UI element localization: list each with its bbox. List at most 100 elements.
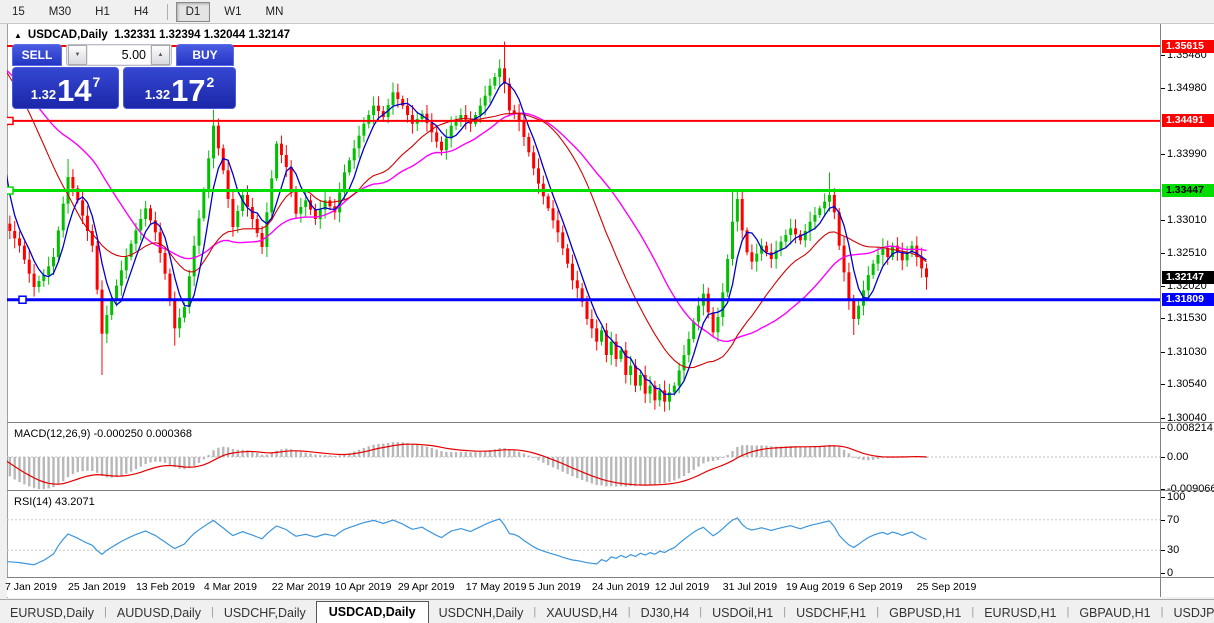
macd-histogram-bar xyxy=(644,457,646,486)
candle-body xyxy=(227,170,230,199)
macd-histogram-bar xyxy=(576,457,578,478)
macd-histogram-bar xyxy=(605,457,607,486)
collapse-panel-icon[interactable]: ▲ xyxy=(14,31,22,40)
macd-histogram-bar xyxy=(72,457,74,474)
timeframe-button-15[interactable]: 15 xyxy=(2,2,35,22)
timeframe-button-w1[interactable]: W1 xyxy=(214,2,251,22)
buy-button[interactable]: BUY xyxy=(176,44,234,66)
candle-body xyxy=(81,200,84,215)
volume-input[interactable] xyxy=(88,46,150,64)
macd-histogram-bar xyxy=(557,457,559,470)
sell-price[interactable]: 1.32 14 7 xyxy=(12,67,119,109)
macd-histogram-bar xyxy=(28,457,30,486)
line-handle[interactable] xyxy=(19,296,26,303)
tab-dj30[interactable]: DJ30,H4 xyxy=(631,603,700,623)
candle-body xyxy=(139,219,142,230)
candle-body xyxy=(62,204,65,231)
sell-price-pip-digit: 7 xyxy=(93,74,101,90)
macd-histogram-bar xyxy=(445,452,447,457)
tab-audusd[interactable]: AUDUSD,Daily xyxy=(107,603,211,623)
macd-histogram-bar xyxy=(731,451,733,457)
tab-usdchf[interactable]: USDCHF,H1 xyxy=(786,603,876,623)
candle-body xyxy=(532,152,535,168)
macd-histogram-bar xyxy=(154,457,156,462)
candle-body xyxy=(809,222,812,231)
candle-body xyxy=(852,300,855,319)
tab-xauusd[interactable]: XAUUSD,H4 xyxy=(536,603,628,623)
macd-label: MACD(12,26,9) -0.000250 0.000368 xyxy=(14,428,192,440)
price-tick-label: 1.33010 xyxy=(1167,214,1207,226)
date-tick-label: 31 Jul 2019 xyxy=(723,581,777,593)
candle-body xyxy=(212,126,215,159)
timeframe-button-d1[interactable]: D1 xyxy=(176,2,211,22)
macd-histogram-bar xyxy=(474,452,476,457)
macd-histogram-bar xyxy=(300,452,302,457)
buy-price[interactable]: 1.32 17 2 xyxy=(123,67,236,109)
date-tick-label: 19 Aug 2019 xyxy=(786,581,845,593)
line-handle[interactable] xyxy=(7,187,13,194)
pane-separator[interactable] xyxy=(7,422,1214,423)
macd-tick-label: 0.00 xyxy=(1167,451,1188,463)
candle-body xyxy=(755,254,758,262)
macd-histogram-bar xyxy=(542,457,544,463)
macd-histogram-bar xyxy=(111,457,113,478)
macd-histogram-bar xyxy=(765,446,767,457)
volume-increase-icon[interactable]: ▲ xyxy=(151,45,170,65)
tab-gbpaud[interactable]: GBPAUD,H1 xyxy=(1069,603,1160,623)
candle-body xyxy=(833,195,836,212)
candle-body xyxy=(571,264,574,281)
macd-histogram-bar xyxy=(688,457,690,473)
candle-body xyxy=(503,68,506,83)
candle-body xyxy=(697,306,700,322)
date-tick-label: 25 Jan 2019 xyxy=(68,581,126,593)
macd-histogram-bar xyxy=(96,457,98,473)
tab-eurusd[interactable]: EURUSD,H1 xyxy=(974,603,1066,623)
macd-histogram-bar xyxy=(295,451,297,457)
price-tick-label: 1.31530 xyxy=(1167,312,1207,324)
timeframe-button-mn[interactable]: MN xyxy=(256,2,294,22)
timeframe-button-h4[interactable]: H4 xyxy=(124,2,159,22)
tab-usdjp[interactable]: USDJP xyxy=(1164,603,1214,623)
tab-usdchf[interactable]: USDCHF,Daily xyxy=(214,603,316,623)
macd-histogram-bar xyxy=(634,457,636,486)
date-tick-label: 12 Jul 2019 xyxy=(655,581,709,593)
tab-gbpusd[interactable]: GBPUSD,H1 xyxy=(879,603,971,623)
tab-eurusd[interactable]: EURUSD,Daily xyxy=(0,603,104,623)
macd-histogram-bar xyxy=(392,442,394,457)
volume-decrease-icon[interactable]: ▼ xyxy=(68,45,87,65)
candle-body xyxy=(721,292,724,317)
macd-histogram-bar xyxy=(372,445,374,457)
candle-body xyxy=(838,212,841,245)
macd-histogram-bar xyxy=(62,457,64,481)
line-handle[interactable] xyxy=(7,117,13,124)
tab-usdcad[interactable]: USDCAD,Daily xyxy=(316,601,429,623)
date-tick-label: 5 Jun 2019 xyxy=(529,581,581,593)
macd-histogram-bar xyxy=(43,457,45,489)
candle-body xyxy=(37,281,40,287)
tab-usdcnh[interactable]: USDCNH,Daily xyxy=(429,603,534,623)
candle-body xyxy=(498,68,501,77)
candle-body xyxy=(804,231,807,240)
tab-usdoil[interactable]: USDOil,H1 xyxy=(702,603,783,623)
macd-histogram-bar xyxy=(285,449,287,457)
date-tick-label: 17 May 2019 xyxy=(466,581,527,593)
candle-body xyxy=(280,144,283,155)
candle-body xyxy=(877,255,880,264)
macd-histogram-bar xyxy=(872,457,874,460)
sell-button[interactable]: SELL xyxy=(12,44,62,66)
macd-histogram-bar xyxy=(843,450,845,457)
macd-histogram-bar xyxy=(33,457,35,488)
timeframe-button-h1[interactable]: H1 xyxy=(85,2,120,22)
rsi-line xyxy=(7,518,927,565)
candle-body xyxy=(23,246,26,260)
macd-histogram-bar xyxy=(164,457,166,463)
macd-histogram-bar xyxy=(586,457,588,482)
timeframe-button-m30[interactable]: M30 xyxy=(39,2,81,22)
candle-body xyxy=(683,355,686,370)
macd-histogram-bar xyxy=(14,457,16,479)
candle-body xyxy=(586,302,589,319)
macd-histogram-bar xyxy=(450,452,452,457)
pane-separator[interactable] xyxy=(7,490,1214,491)
macd-histogram-bar xyxy=(377,444,379,457)
macd-histogram-bar xyxy=(81,457,83,471)
